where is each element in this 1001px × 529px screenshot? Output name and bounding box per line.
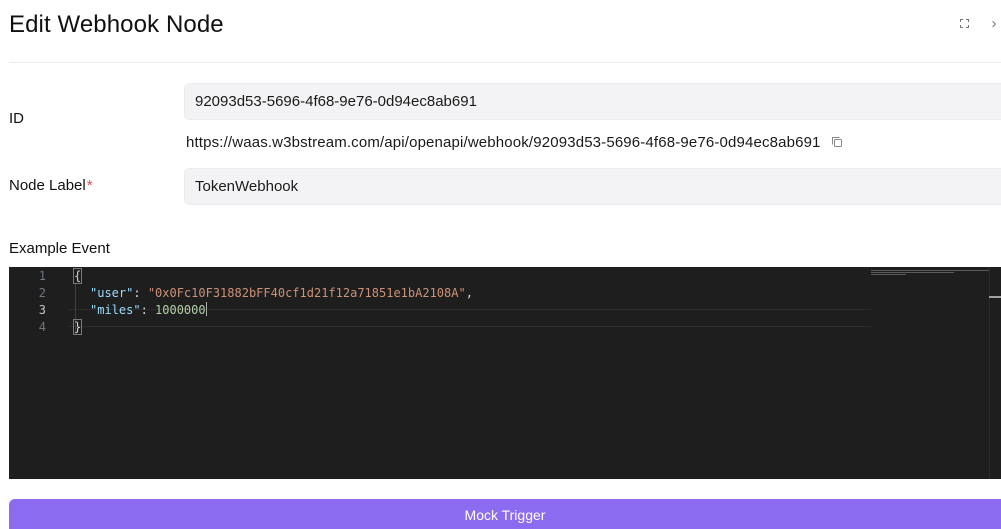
miles-value: 1000000 — [155, 303, 206, 317]
node-label-text: Node Label — [9, 177, 86, 194]
webhook-url-row: https://waas.w3bstream.com/api/openapi/w… — [186, 134, 844, 151]
close-brace: } — [72, 319, 83, 335]
id-label: ID — [9, 110, 24, 127]
miles-key: "miles" — [90, 303, 141, 317]
line-number: 1 — [38, 269, 46, 283]
code-line-3: "miles": 1000000 — [90, 302, 207, 319]
user-sep: : — [133, 286, 148, 300]
user-trail: , — [465, 286, 473, 300]
chevron-right-icon[interactable]: › — [987, 15, 1001, 32]
minimap-line — [871, 270, 989, 271]
code-line-4: } — [72, 319, 83, 336]
webhook-url: https://waas.w3bstream.com/api/openapi/w… — [186, 134, 821, 151]
line-number: 2 — [38, 286, 46, 300]
header-actions: › — [957, 15, 1001, 32]
expand-icon[interactable] — [957, 16, 971, 30]
minimap-line — [871, 274, 907, 275]
example-event-title: Example Event — [9, 240, 110, 257]
page-title: Edit Webhook Node — [9, 11, 224, 38]
code-line-1: { — [72, 268, 83, 285]
user-value: "0x0Fc10F31882bFF40cf1d21f12a71851e1bA21… — [147, 286, 466, 300]
copy-icon[interactable] — [831, 136, 844, 149]
minimap[interactable] — [871, 270, 989, 276]
mock-trigger-button[interactable]: Mock Trigger — [9, 499, 1001, 529]
miles-sep: : — [140, 303, 156, 317]
line-gutter: 1 2 3 4 — [9, 267, 53, 479]
node-label-label: Node Label* — [9, 177, 93, 194]
open-brace: { — [72, 268, 83, 284]
editor-scrollbar[interactable] — [989, 267, 1001, 479]
code-line-2: "user": "0x0Fc10F31882bFF40cf1d21f12a718… — [90, 285, 473, 302]
line-number: 4 — [38, 320, 46, 334]
minimap-line — [871, 272, 954, 273]
user-key: "user" — [90, 286, 134, 300]
required-mark: * — [86, 177, 93, 194]
overview-ruler-marker — [989, 296, 1001, 298]
header-divider — [9, 62, 1001, 63]
id-field[interactable]: 92093d53-5696-4f68-9e76-0d94ec8ab691 — [184, 83, 1001, 120]
drawer-header: Edit Webhook Node › — [0, 0, 1001, 62]
line-number-active: 3 — [38, 303, 46, 317]
text-cursor — [205, 302, 207, 316]
code-editor[interactable]: 1 2 3 4 { "user": "0x0Fc10F31882bFF40cf1… — [9, 267, 1001, 479]
node-label-input[interactable]: TokenWebhook — [184, 168, 1001, 205]
